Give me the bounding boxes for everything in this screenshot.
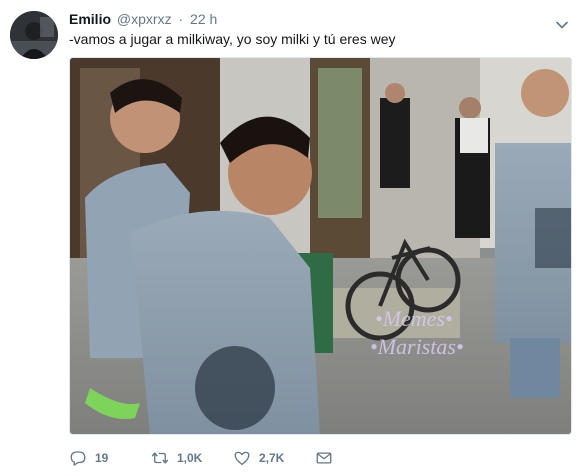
reply-count: 19 bbox=[95, 451, 109, 465]
retweet-count: 1,0K bbox=[177, 451, 203, 465]
tweet-header: Emilio @xpxrxz · 22 h bbox=[69, 10, 217, 28]
retweet-button[interactable]: 1,0K bbox=[151, 448, 233, 468]
watermark-line2: •Maristas• bbox=[370, 334, 464, 359]
separator-dot: · bbox=[178, 11, 184, 27]
timestamp[interactable]: 22 h bbox=[190, 11, 217, 27]
tweet-text: -vamos a jugar a milkiway, yo soy milki … bbox=[69, 31, 396, 47]
tweet-photo[interactable]: •Memes• •Maristas• bbox=[69, 57, 572, 435]
tweet-card: Emilio @xpxrxz · 22 h -vamos a jugar a m… bbox=[0, 0, 582, 473]
direct-message-button[interactable] bbox=[315, 448, 333, 468]
like-icon bbox=[233, 449, 251, 467]
avatar[interactable] bbox=[10, 11, 58, 59]
display-name[interactable]: Emilio bbox=[69, 11, 111, 27]
watermark-line1: •Memes• bbox=[375, 306, 453, 331]
retweet-icon bbox=[151, 449, 169, 467]
user-handle[interactable]: @xpxrxz bbox=[117, 11, 172, 27]
chevron-down-icon[interactable] bbox=[556, 16, 568, 29]
direct-message-icon bbox=[315, 449, 333, 467]
like-button[interactable]: 2,7K bbox=[233, 448, 315, 468]
like-count: 2,7K bbox=[259, 451, 285, 465]
reply-button[interactable]: 19 bbox=[69, 448, 151, 468]
reply-icon bbox=[69, 449, 87, 467]
tweet-actions: 19 1,0K 2,7K bbox=[69, 448, 333, 468]
